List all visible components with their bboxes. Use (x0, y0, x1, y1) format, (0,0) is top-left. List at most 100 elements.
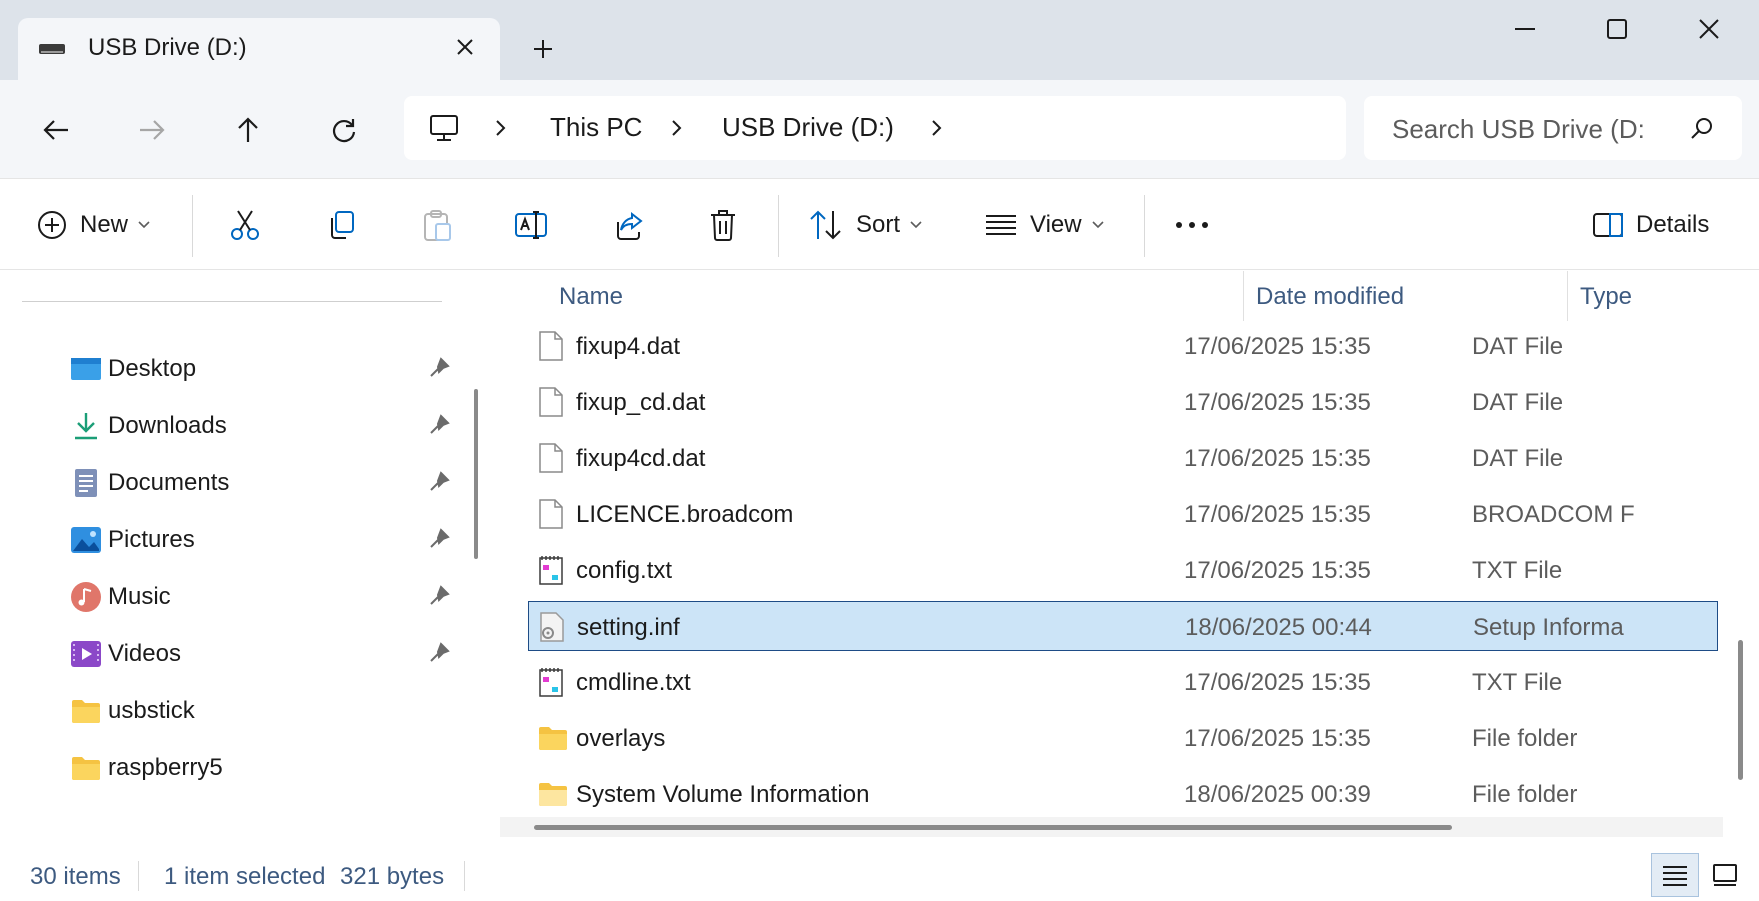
file-row-selected[interactable]: setting.inf 18/06/2025 00:44 Setup Infor… (528, 601, 1718, 651)
details-view-button[interactable] (1651, 853, 1699, 897)
delete-button[interactable] (708, 203, 738, 247)
pin-icon[interactable] (428, 471, 450, 493)
this-pc-icon[interactable] (428, 112, 460, 144)
minimize-icon[interactable] (1500, 12, 1550, 46)
column-header-type[interactable]: Type (1580, 283, 1632, 311)
file-name: overlays (576, 725, 666, 752)
vertical-scrollbar-thumb[interactable] (1738, 640, 1743, 780)
file-row[interactable]: fixup4.dat 17/06/2025 15:35 DAT File (528, 321, 1718, 371)
sidebar-item-raspberry5[interactable]: raspberry5 (0, 740, 460, 796)
navigation-pane: Desktop Downloads Documents Pictures Mus… (0, 271, 478, 851)
sidebar-item-music[interactable]: Music (0, 569, 460, 625)
file-row[interactable]: config.txt 17/06/2025 15:35 TXT File (528, 545, 1718, 595)
sidebar-item-desktop[interactable]: Desktop (0, 341, 460, 397)
file-name: fixup4.dat (576, 333, 681, 360)
scissors-icon (231, 210, 259, 240)
rename-button[interactable] (514, 203, 548, 247)
file-row[interactable]: overlays 17/06/2025 15:35 File folder (528, 713, 1718, 763)
pin-icon[interactable] (428, 642, 450, 664)
file-type: File folder (1472, 781, 1578, 808)
command-bar: New Sort View Details (0, 178, 1759, 270)
search-icon[interactable] (1690, 116, 1714, 140)
pictures-icon (71, 527, 101, 553)
sort-label: Sort (856, 211, 901, 238)
divider (192, 195, 193, 257)
column-divider[interactable] (1243, 271, 1244, 321)
sidebar-item-label: Videos (108, 640, 181, 667)
address-bar[interactable]: This PC USB Drive (D:) (404, 96, 1346, 160)
divider (138, 861, 139, 891)
pin-icon[interactable] (428, 414, 450, 436)
file-row[interactable]: fixup_cd.dat 17/06/2025 15:35 DAT File (528, 377, 1718, 427)
refresh-icon[interactable] (322, 108, 366, 152)
sidebar-item-pictures[interactable]: Pictures (0, 512, 460, 568)
search-input[interactable]: Search USB Drive (D: (1364, 96, 1742, 160)
details-view-icon (1663, 866, 1687, 886)
pin-icon[interactable] (428, 585, 450, 607)
details-label: Details (1636, 211, 1710, 238)
more-options-button[interactable] (1174, 203, 1210, 247)
new-button[interactable]: New (36, 203, 150, 247)
sidebar-item-usbstick[interactable]: usbstick (0, 683, 460, 739)
breadcrumb-usb-drive[interactable]: USB Drive (D:) (722, 112, 894, 143)
share-button[interactable] (612, 203, 646, 247)
new-tab-icon[interactable] (528, 34, 558, 64)
selection-size: 321 bytes (340, 863, 445, 890)
breadcrumb-this-pc[interactable]: This PC (550, 112, 642, 143)
tab-usb-drive[interactable]: USB Drive (D:) (18, 18, 500, 80)
chevron-down-icon (910, 221, 922, 229)
selection-count: 1 item selected (164, 863, 326, 890)
chevron-right-icon[interactable] (926, 116, 946, 140)
desktop-icon (71, 358, 101, 380)
up-arrow-icon[interactable] (226, 108, 270, 152)
close-window-icon[interactable] (1684, 12, 1734, 46)
large-icons-view-button[interactable] (1701, 853, 1749, 897)
chevron-right-icon[interactable] (490, 116, 510, 140)
forward-arrow-icon[interactable] (130, 108, 174, 152)
sidebar-item-documents[interactable]: Documents (0, 455, 460, 511)
navigation-pane-scrollbar[interactable] (474, 389, 478, 559)
paste-button[interactable] (420, 203, 454, 247)
sidebar-item-downloads[interactable]: Downloads (0, 398, 460, 454)
copy-button[interactable] (324, 203, 358, 247)
close-tab-icon[interactable] (452, 34, 478, 60)
file-name: fixup_cd.dat (576, 389, 706, 416)
file-row[interactable]: System Volume Information 18/06/2025 00:… (528, 769, 1718, 817)
divider (22, 301, 442, 302)
maximize-icon[interactable] (1592, 12, 1642, 46)
file-icon (539, 331, 563, 361)
folder-icon (72, 700, 100, 723)
cut-button[interactable] (228, 203, 262, 247)
column-header-date-modified[interactable]: Date modified (1256, 283, 1404, 311)
new-label: New (80, 211, 129, 238)
sort-button[interactable]: Sort (808, 203, 922, 247)
file-row[interactable]: LICENCE.broadcom 17/06/2025 15:35 BROADC… (528, 489, 1718, 539)
view-button[interactable]: View (984, 203, 1104, 247)
file-name: cmdline.txt (576, 669, 691, 696)
file-name: System Volume Information (576, 781, 870, 808)
music-icon (71, 582, 101, 612)
drive-icon (39, 44, 65, 54)
file-type: BROADCOM F (1472, 501, 1635, 528)
downloads-icon (75, 413, 97, 440)
horizontal-scrollbar-thumb[interactable] (534, 825, 1452, 830)
pin-icon[interactable] (428, 528, 450, 550)
back-arrow-icon[interactable] (34, 108, 78, 152)
file-date: 17/06/2025 15:35 (1184, 445, 1371, 472)
text-file-icon (539, 668, 563, 697)
file-row[interactable]: cmdline.txt 17/06/2025 15:35 TXT File (528, 657, 1718, 707)
details-pane-button[interactable]: Details (1592, 203, 1709, 247)
pin-icon[interactable] (428, 357, 450, 379)
view-list-icon (986, 215, 1016, 235)
status-bar: 30 items 1 item selected 321 bytes (0, 851, 1759, 901)
sidebar-item-videos[interactable]: Videos (0, 626, 460, 682)
file-row[interactable]: fixup4cd.dat 17/06/2025 15:35 DAT File (528, 433, 1718, 483)
chevron-right-icon[interactable] (666, 116, 686, 140)
file-date: 17/06/2025 15:35 (1184, 333, 1371, 360)
file-date: 17/06/2025 15:35 (1184, 669, 1371, 696)
file-date: 18/06/2025 00:44 (1185, 614, 1372, 641)
column-divider[interactable] (1567, 271, 1568, 321)
column-header-name[interactable]: Name (559, 283, 623, 311)
trash-icon (711, 210, 735, 241)
horizontal-scrollbar[interactable] (500, 817, 1723, 837)
